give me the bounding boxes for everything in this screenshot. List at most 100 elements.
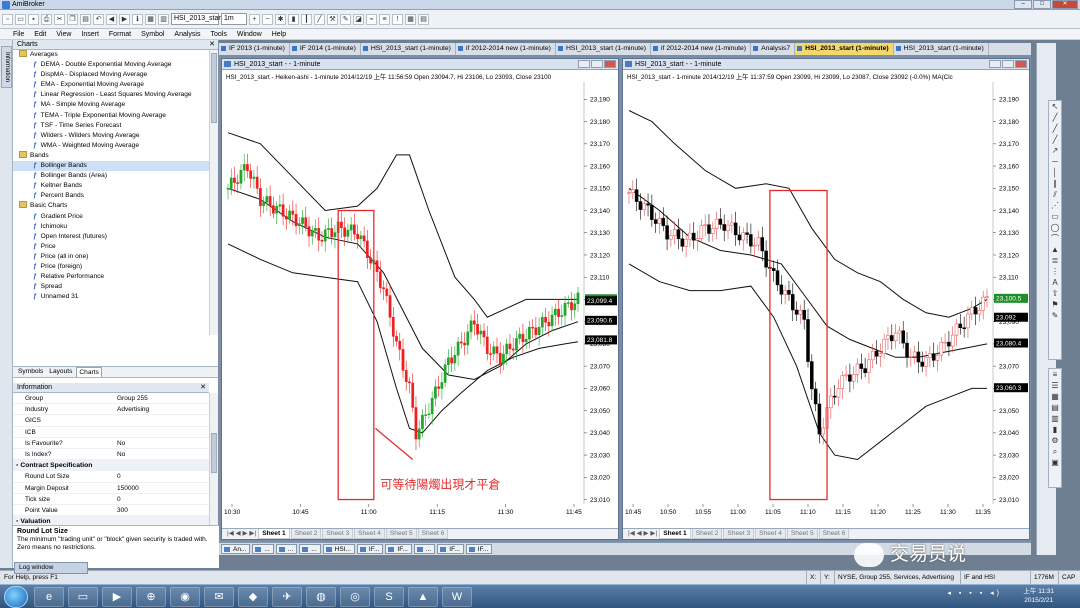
sheet-tab[interactable]: Sheet 1 bbox=[258, 529, 290, 539]
flag-icon[interactable]: ⚑ bbox=[1050, 300, 1060, 310]
maximize-button[interactable] bbox=[591, 60, 603, 68]
document-tab[interactable]: IF... bbox=[385, 544, 412, 554]
close-icon[interactable]: ✕ bbox=[200, 383, 206, 393]
firefox-icon[interactable]: ◍ bbox=[306, 587, 336, 607]
app-icon[interactable]: ✉ bbox=[204, 587, 234, 607]
hammer-icon[interactable]: ⚒ bbox=[327, 13, 338, 25]
window-tab[interactable]: HSI_2013_start (1-minute) bbox=[795, 43, 894, 55]
scroll-thumb[interactable] bbox=[211, 53, 217, 123]
grid-icon[interactable]: ▦ bbox=[1050, 392, 1060, 402]
sheet-nav-icon[interactable]: |◀ ◀ ▶ ▶| bbox=[627, 529, 658, 539]
tree-folder[interactable]: Bands bbox=[13, 151, 209, 161]
media-player-icon[interactable]: ▶ bbox=[102, 587, 132, 607]
tree-item[interactable]: Open Interest (futures) bbox=[13, 232, 209, 242]
sheet-tab[interactable]: Sheet 1 bbox=[659, 529, 691, 539]
layers-icon[interactable]: ≡ bbox=[379, 13, 390, 25]
list-icon[interactable]: ☰ bbox=[1050, 381, 1060, 391]
new-icon[interactable]: ▫ bbox=[2, 13, 13, 25]
print-icon[interactable]: ⎙ bbox=[41, 13, 52, 25]
pencil-icon[interactable]: ✎ bbox=[340, 13, 351, 25]
triangle-icon[interactable]: ▲ bbox=[1050, 245, 1060, 255]
document-tab[interactable]: ... bbox=[275, 544, 298, 554]
explorer-icon[interactable]: ▭ bbox=[68, 587, 98, 607]
sheet-tab[interactable]: Sheet 2 bbox=[691, 529, 723, 539]
color-icon[interactable]: ◪ bbox=[353, 13, 364, 25]
sheet-nav-icon[interactable]: |◀ ◀ ▶ ▶| bbox=[226, 529, 257, 539]
tree-item[interactable]: Spread bbox=[13, 282, 209, 292]
document-tab[interactable]: IF... bbox=[356, 544, 384, 554]
trendline-icon[interactable]: ╱ bbox=[1050, 113, 1060, 123]
document-tab[interactable]: ... bbox=[299, 544, 321, 554]
document-tab[interactable]: ... bbox=[413, 544, 436, 554]
menu-item[interactable]: Help bbox=[267, 29, 291, 39]
sheet-tab[interactable]: Sheet 2 bbox=[290, 529, 322, 539]
sheet-tab[interactable]: Sheet 3 bbox=[322, 529, 354, 539]
bar-icon[interactable]: ┃ bbox=[301, 13, 312, 25]
menu-item[interactable]: Format bbox=[104, 29, 136, 39]
log-window-tab[interactable]: Log window bbox=[14, 562, 88, 574]
brush-icon[interactable]: ⌁ bbox=[366, 13, 377, 25]
settings-icon[interactable]: ⚙ bbox=[1050, 436, 1060, 446]
cursor-icon[interactable]: ↖ bbox=[1050, 102, 1060, 112]
parallel-lines-icon[interactable]: ∥ bbox=[1050, 179, 1060, 189]
window-tab[interactable]: Analysis7 bbox=[751, 43, 796, 55]
document-tab[interactable]: ... bbox=[252, 544, 274, 554]
minimize-button[interactable] bbox=[578, 60, 590, 68]
arrow-icon[interactable]: ⇧ bbox=[1050, 289, 1060, 299]
minimize-button[interactable]: – bbox=[1014, 0, 1032, 9]
forward-icon[interactable]: ▶ bbox=[119, 13, 130, 25]
window-tab[interactable]: IF 2013 (1-minute) bbox=[219, 43, 290, 55]
menu-item[interactable]: Edit bbox=[29, 29, 51, 39]
calendar-icon[interactable]: ▣ bbox=[1050, 458, 1060, 468]
back-icon[interactable]: ◀ bbox=[106, 13, 117, 25]
chart-plot-left[interactable]: HSI_2013_start - Heiken-ashi - 1-minute … bbox=[222, 70, 618, 528]
zoom-in-icon[interactable]: + bbox=[249, 13, 260, 25]
menu-item[interactable]: Window bbox=[232, 29, 267, 39]
info-row[interactable]: Is Favourite? No bbox=[13, 438, 209, 449]
line-icon[interactable]: ╱ bbox=[314, 13, 325, 25]
ie-icon[interactable]: e bbox=[34, 587, 64, 607]
menu-item[interactable]: Insert bbox=[76, 29, 104, 39]
fibonacci-icon[interactable]: ≣ bbox=[1050, 256, 1060, 266]
extended-line-icon[interactable]: ╱ bbox=[1050, 135, 1060, 145]
close-icon[interactable]: ✕ bbox=[209, 40, 215, 50]
horizontal-line-icon[interactable]: ─ bbox=[1050, 157, 1060, 167]
channel-icon[interactable]: ⫽ bbox=[1050, 190, 1060, 200]
tree-item[interactable]: DispMA - Displaced Moving Average bbox=[13, 70, 209, 80]
sheet-tab[interactable]: Sheet 5 bbox=[786, 529, 818, 539]
table-icon[interactable]: ▤ bbox=[1050, 403, 1060, 413]
indicator-icon[interactable]: ✱ bbox=[275, 13, 286, 25]
report-icon[interactable]: ▤ bbox=[418, 13, 429, 25]
info-row[interactable]: Margin Deposit 150000 bbox=[13, 483, 209, 494]
window-tab[interactable]: if 2012-2014 new (1-minute) bbox=[651, 43, 752, 55]
maximize-button[interactable] bbox=[1002, 60, 1014, 68]
tree-item[interactable]: Bollinger Bands (Area) bbox=[13, 171, 209, 181]
align-icon[interactable]: ≡ bbox=[1050, 370, 1060, 380]
maximize-button[interactable]: □ bbox=[1033, 0, 1051, 9]
tree-item[interactable]: EMA - Exponential Moving Average bbox=[13, 80, 209, 90]
window-tab[interactable]: IF 2014 (1-minute) bbox=[290, 43, 361, 55]
info-section[interactable]: Contract Specification bbox=[13, 460, 209, 472]
info-row[interactable]: Industry Advertising bbox=[13, 404, 209, 416]
undo-icon[interactable]: ↶ bbox=[93, 13, 104, 25]
sheet-tab[interactable]: Sheet 4 bbox=[755, 529, 786, 539]
info-row[interactable]: Is Index? No bbox=[13, 449, 209, 461]
amibroker-icon[interactable]: ▲ bbox=[408, 587, 438, 607]
menu-item[interactable]: File bbox=[8, 29, 29, 39]
info-icon[interactable]: ℹ bbox=[132, 13, 143, 25]
quote-icon[interactable]: ▦ bbox=[145, 13, 156, 25]
tree-item[interactable]: Price (foreign) bbox=[13, 262, 209, 272]
scroll-thumb[interactable] bbox=[211, 433, 217, 473]
window-tab[interactable]: HSI_2013_start (1-minute) bbox=[894, 43, 989, 55]
zoom-out-icon[interactable]: − bbox=[262, 13, 273, 25]
zoom-icon[interactable]: ⌕ bbox=[1050, 447, 1060, 457]
information-side-tab[interactable]: Information bbox=[1, 46, 12, 88]
columns-icon[interactable]: ▥ bbox=[1050, 414, 1060, 424]
vertical-line-icon[interactable]: │ bbox=[1050, 168, 1060, 178]
sheet-tab[interactable]: Sheet 6 bbox=[818, 529, 850, 539]
chart-bars-icon[interactable]: ▮ bbox=[1050, 425, 1060, 435]
candle-icon[interactable]: ▮ bbox=[288, 13, 299, 25]
system-tray[interactable]: ◂ ▪ ▪ ▪ ◂) bbox=[947, 589, 1002, 597]
info-row[interactable]: ICB bbox=[13, 427, 209, 438]
tree-item[interactable]: Percent Bands bbox=[13, 191, 209, 201]
